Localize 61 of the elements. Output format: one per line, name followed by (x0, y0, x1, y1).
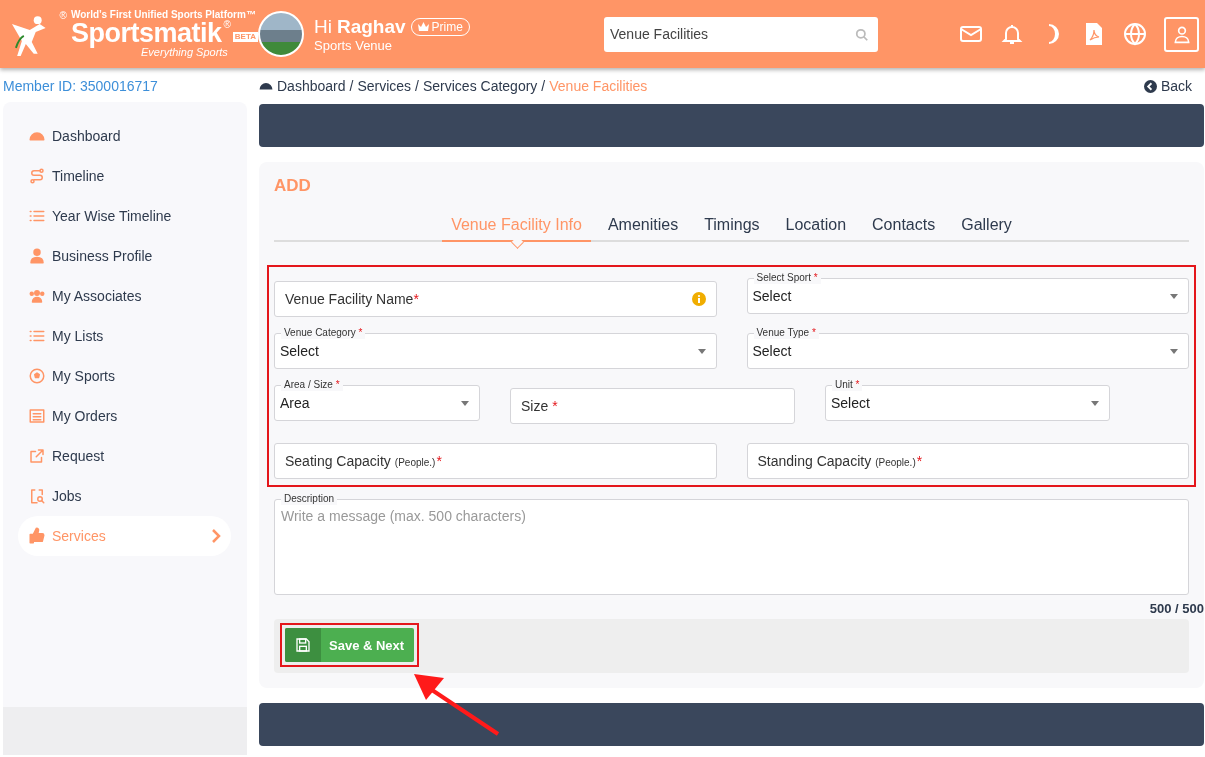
sidebar-item[interactable]: My Associates (18, 276, 231, 316)
people-icon (28, 287, 46, 305)
info-icon (691, 292, 706, 306)
back-link[interactable]: Back (1143, 78, 1192, 94)
registered-mark: ® (59, 10, 67, 21)
sidebar-item[interactable]: Dashboard (18, 116, 231, 156)
greeting: Hi (314, 15, 332, 38)
crown-icon (417, 22, 429, 31)
tab[interactable]: Location (776, 212, 856, 242)
bell-icon[interactable] (1000, 22, 1024, 46)
user-role: Sports Venue (314, 37, 394, 53)
ball-icon (28, 367, 46, 385)
field-label: Description (281, 493, 338, 505)
registered-mark: ® (223, 20, 231, 30)
globe-icon[interactable] (1123, 22, 1147, 46)
profile-button[interactable] (1164, 16, 1199, 52)
dropdown-caret-icon (1170, 293, 1178, 299)
tab[interactable]: Amenities (598, 212, 688, 242)
orders-icon (28, 407, 46, 425)
sidebar-item[interactable]: Year Wise Timeline (18, 196, 231, 236)
input-field[interactable]: Venue Facility Name* (274, 281, 717, 317)
dropdown-caret-icon (1091, 400, 1099, 406)
sidebar-item[interactable]: Business Profile (18, 236, 231, 276)
input-field[interactable]: Seating Capacity (People.)* (274, 443, 717, 479)
thumbs-up-icon (28, 527, 46, 545)
breadcrumb-link[interactable]: Dashboard (277, 78, 346, 94)
sidebar-item[interactable]: My Orders (18, 396, 231, 436)
sidebar-item[interactable]: My Lists (18, 316, 231, 356)
member-id: Member ID: 3500016717 (3, 77, 159, 96)
tab[interactable]: Gallery (952, 212, 1021, 242)
brand-name: Sportsmatik (70, 20, 222, 47)
stadium-photo-placeholder (258, 11, 304, 57)
form-title: ADD (274, 176, 312, 196)
input-field[interactable]: Size * (510, 388, 795, 424)
dropdown-caret-icon (1170, 348, 1178, 354)
tab[interactable]: Contacts (863, 212, 945, 242)
sidebar-item[interactable]: Timeline (18, 156, 231, 196)
character-counter: 500 / 500 (1149, 601, 1204, 616)
breadcrumb-separator: / (349, 78, 354, 94)
search-field[interactable]: Venue Facilities (604, 16, 878, 52)
dropdown-caret-icon (461, 400, 469, 406)
tagline: World’s First Unified Sports Platform™ (70, 10, 257, 20)
tab[interactable]: Timings (695, 212, 769, 242)
clipboard-search-icon (28, 487, 46, 505)
share-icon (28, 447, 46, 465)
breadcrumb-separator: / (415, 78, 419, 94)
sidebar-item[interactable]: Jobs (18, 476, 231, 516)
chevron-right-icon (211, 529, 221, 543)
slogan: Everything Sports (141, 47, 228, 58)
person-icon (28, 247, 46, 265)
breadcrumb-link[interactable]: Services Category (422, 78, 538, 94)
search-icon (855, 27, 869, 42)
dropdown-caret-icon (697, 348, 706, 354)
input-field[interactable]: Standing Capacity (People.)* (746, 443, 1189, 479)
beta-badge: BETA (232, 32, 258, 42)
breadcrumb-separator: / (541, 78, 546, 94)
route-icon (28, 167, 46, 185)
sidebar-item[interactable]: My Sports (18, 356, 231, 396)
user-name: Raghav (336, 15, 406, 38)
sidebar-item[interactable]: Request (18, 436, 231, 476)
breadcrumb-link[interactable]: Services (357, 78, 412, 94)
